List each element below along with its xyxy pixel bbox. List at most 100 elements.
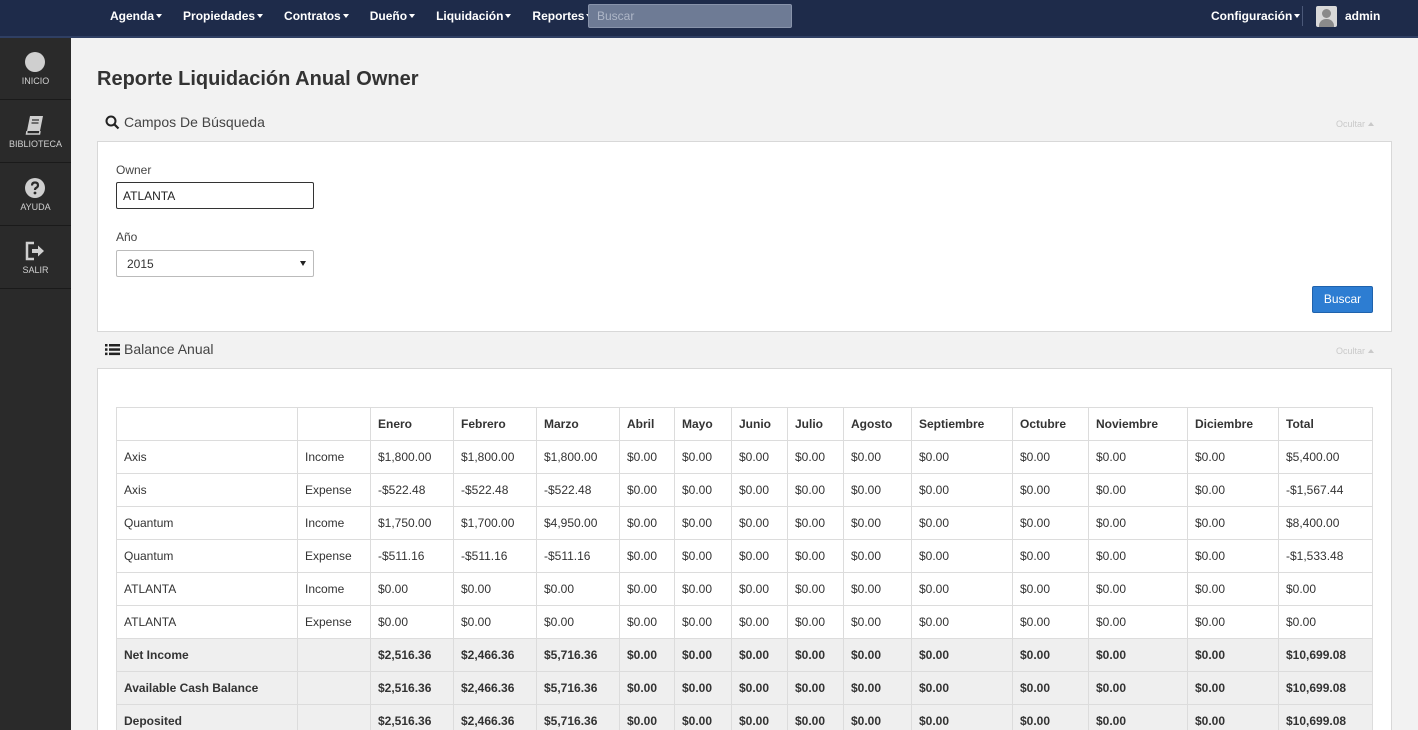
table-cell: $5,400.00 xyxy=(1278,440,1373,474)
sidebar-item-label: BIBLIOTECA xyxy=(8,139,62,149)
table-cell: $0.00 xyxy=(843,539,912,573)
table-cell: $0.00 xyxy=(619,539,675,573)
menu-label: Reportes xyxy=(532,9,585,23)
hide-search-toggle[interactable]: Ocultar xyxy=(1336,119,1375,129)
menu-agenda[interactable]: Agenda xyxy=(110,9,163,23)
hide-balance-toggle[interactable]: Ocultar xyxy=(1336,346,1375,356)
caret-down-icon xyxy=(257,14,264,18)
menu-label: Agenda xyxy=(110,9,155,23)
caret-down-icon xyxy=(409,14,416,18)
table-cell: $0.00 xyxy=(787,605,844,639)
column-header: Diciembre xyxy=(1187,407,1279,441)
section-title: Balance Anual xyxy=(124,341,214,357)
table-cell: $0.00 xyxy=(1088,572,1188,606)
table-cell: $0.00 xyxy=(1278,572,1373,606)
menu-dueno[interactable]: Dueño xyxy=(369,9,416,23)
table-cell: $10,699.08 xyxy=(1278,671,1373,705)
table-cell: $0.00 xyxy=(731,605,788,639)
table-cell: Expense xyxy=(297,539,371,573)
table-row: Quantum Expense -$511.16 -$511.16 -$511.16 $0… xyxy=(116,539,1373,573)
user-name[interactable]: admin xyxy=(1345,9,1380,23)
table-row: Quantum Income $1,750.00 $1,700.00 $4,950.00… xyxy=(116,506,1373,540)
menu-label: Dueño xyxy=(369,9,408,23)
table-cell: -$522.48 xyxy=(536,473,620,507)
table-cell: $0.00 xyxy=(843,506,912,540)
menu-configuracion[interactable]: Configuración xyxy=(1211,9,1301,23)
table-cell: $0.00 xyxy=(1187,572,1279,606)
sidebar-item-salir[interactable]: SALIR xyxy=(0,227,71,289)
column-header: Noviembre xyxy=(1088,407,1188,441)
table-cell: $0.00 xyxy=(843,440,912,474)
table-cell: $0.00 xyxy=(674,506,732,540)
hide-label: Ocultar xyxy=(1336,119,1366,129)
table-cell: $2,466.36 xyxy=(453,671,537,705)
year-select[interactable]: 2015 xyxy=(116,250,314,277)
menu-contratos[interactable]: Contratos xyxy=(284,9,349,23)
sidebar-item-ayuda[interactable]: AYUDA xyxy=(0,164,71,226)
table-cell: $0.00 xyxy=(1012,473,1089,507)
table-cell: Deposited xyxy=(116,704,298,730)
table-cell: $0.00 xyxy=(674,704,732,730)
search-button[interactable]: Buscar xyxy=(1312,286,1373,313)
search-input[interactable] xyxy=(588,4,792,28)
table-cell: $0.00 xyxy=(843,671,912,705)
summary-row: Available Cash Balance $2,516.36 $2,466.36… xyxy=(116,671,1373,705)
table-cell: $0.00 xyxy=(843,572,912,606)
table-cell: $0.00 xyxy=(911,704,1013,730)
sidebar-item-label: INICIO xyxy=(21,76,50,86)
table-cell: $0.00 xyxy=(1012,539,1089,573)
table-cell: -$511.16 xyxy=(370,539,454,573)
sidebar-item-label: SALIR xyxy=(22,265,49,275)
column-header: Julio xyxy=(787,407,844,441)
table-cell: Quantum xyxy=(116,539,298,573)
table-cell: $0.00 xyxy=(1012,440,1089,474)
menu-propiedades[interactable]: Propiedades xyxy=(183,9,264,23)
table-cell: $0.00 xyxy=(370,572,454,606)
table-cell: $0.00 xyxy=(731,671,788,705)
column-header: Octubre xyxy=(1012,407,1089,441)
table-cell: -$511.16 xyxy=(453,539,537,573)
user-avatar-icon[interactable] xyxy=(1316,6,1337,27)
owner-input[interactable] xyxy=(116,182,314,209)
table-cell: $0.00 xyxy=(1187,605,1279,639)
table-cell: -$522.48 xyxy=(453,473,537,507)
column-header: Mayo xyxy=(674,407,732,441)
table-cell: Quantum xyxy=(116,506,298,540)
table-cell: $0.00 xyxy=(731,506,788,540)
table-cell: $0.00 xyxy=(619,572,675,606)
table-cell: $5,716.36 xyxy=(536,704,620,730)
table-cell: $1,800.00 xyxy=(370,440,454,474)
table-cell: $0.00 xyxy=(674,440,732,474)
table-cell: $0.00 xyxy=(787,539,844,573)
menu-label: Configuración xyxy=(1211,9,1293,23)
table-cell: -$522.48 xyxy=(370,473,454,507)
table-row: ATLANTA Income $0.00 $0.00 $0.00 $0.00 $0.00 $0… xyxy=(116,572,1373,606)
table-cell: $0.00 xyxy=(911,473,1013,507)
column-header: Marzo xyxy=(536,407,620,441)
caret-down-icon xyxy=(300,261,306,266)
menu-liquidacion[interactable]: Liquidación xyxy=(436,9,512,23)
table-cell xyxy=(297,638,371,672)
table-cell: $1,700.00 xyxy=(453,506,537,540)
balance-panel: Enero Febrero Marzo Abril Mayo Junio Jul… xyxy=(97,368,1392,730)
table-cell: $0.00 xyxy=(370,605,454,639)
year-select-value: 2015 xyxy=(127,257,154,271)
sidebar-item-inicio[interactable]: INICIO xyxy=(0,38,71,100)
sidebar-item-label: AYUDA xyxy=(20,202,51,212)
table-cell: Expense xyxy=(297,473,371,507)
table-cell: $0.00 xyxy=(1187,506,1279,540)
summary-row: Deposited $2,516.36 $2,466.36 $5,716.36 $0.0… xyxy=(116,704,1373,730)
table-cell: $0.00 xyxy=(674,638,732,672)
table-cell: $2,516.36 xyxy=(370,671,454,705)
table-cell: $0.00 xyxy=(1187,638,1279,672)
table-cell: -$1,567.44 xyxy=(1278,473,1373,507)
table-cell: $0.00 xyxy=(1088,671,1188,705)
table-cell: $0.00 xyxy=(674,473,732,507)
table-cell: ATLANTA xyxy=(116,572,298,606)
table-cell: $2,516.36 xyxy=(370,704,454,730)
table-cell: $0.00 xyxy=(843,605,912,639)
sidebar-item-biblioteca[interactable]: BIBLIOTECA xyxy=(0,101,71,163)
menu-reportes[interactable]: Reportes xyxy=(532,9,593,23)
table-cell: Axis xyxy=(116,473,298,507)
table-cell: $0.00 xyxy=(1012,638,1089,672)
